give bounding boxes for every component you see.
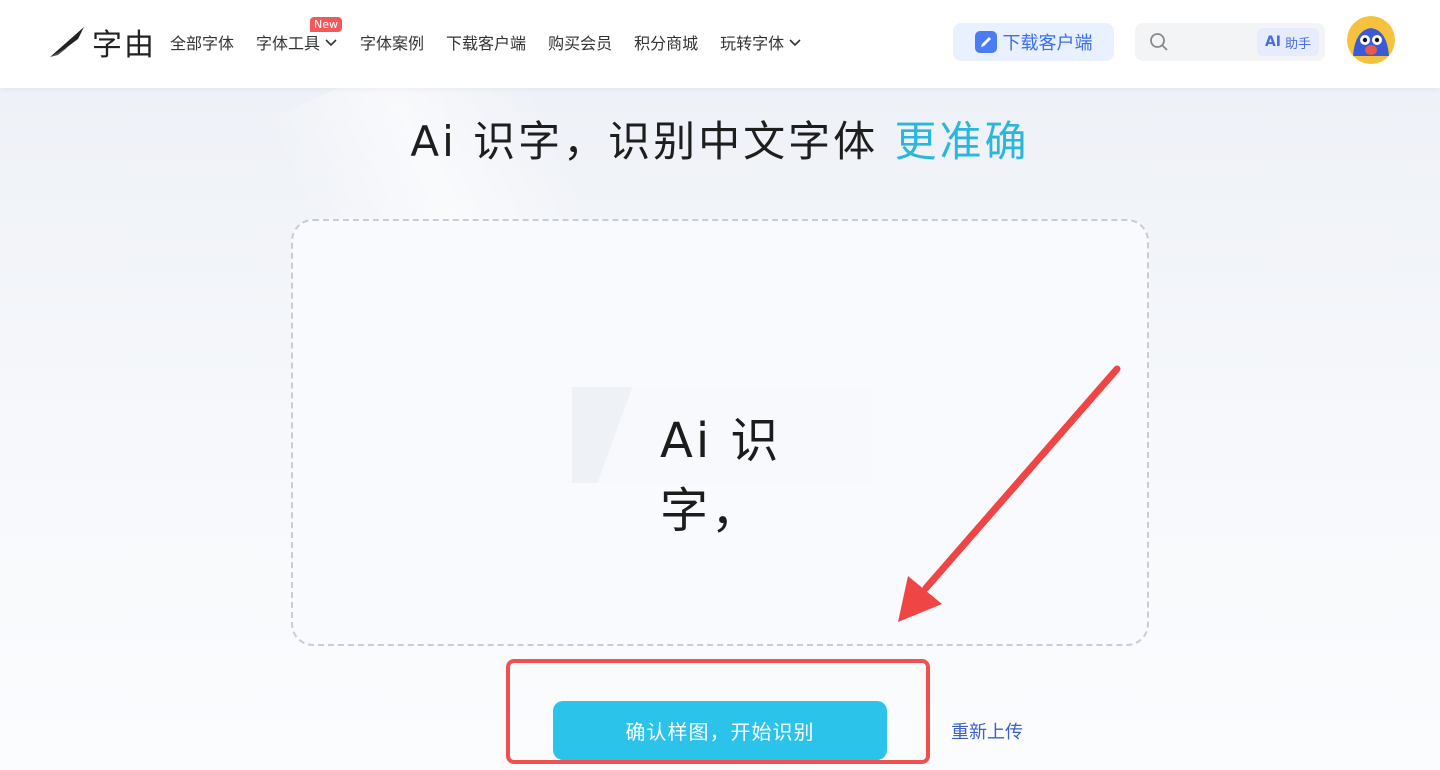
nav-play-fonts[interactable]: 玩转字体 [720,30,802,54]
confirm-start-recognition-button[interactable]: 确认样图，开始识别 [553,701,887,760]
sample-image: Ai 识字， [572,387,872,539]
new-badge: New [310,17,343,32]
search-box[interactable]: AI 助手 [1135,23,1325,61]
title-accent: 更准确 [894,117,1030,166]
avatar[interactable] [1347,16,1395,64]
nav-label: 全部字体 [170,34,235,53]
ai-chip-prefix: AI [1264,34,1281,50]
nav-label: 下载客户端 [446,34,527,53]
sample-preview-area: Ai 识字， [291,219,1149,646]
nav-label: 购买会员 [548,34,613,53]
ai-chip-label: 助手 [1284,36,1311,52]
logo-brush-icon [50,27,84,57]
nav-buy-membership[interactable]: 购买会员 [548,30,612,54]
ai-assistant-chip[interactable]: AI 助手 [1256,28,1319,56]
nav-label: 积分商城 [634,34,699,53]
nav-label: 字体工具 [256,34,321,53]
pen-icon [974,31,997,53]
nav-all-fonts[interactable]: 全部字体 [170,30,234,54]
page-title: Ai 识字，识别中文字体 更准确 [0,108,1440,169]
logo-text: 字由 [92,28,156,63]
chevron-down-icon [789,39,801,47]
nav-label: 玩转字体 [720,34,785,53]
chevron-down-icon [325,39,337,47]
download-client-label: 下载客户端 [1002,33,1093,54]
logo[interactable]: 字由 [48,22,156,63]
download-client-button[interactable]: 下载客户端 [953,23,1114,61]
nav-points-mall[interactable]: 积分商城 [634,30,698,54]
title-main: Ai 识字，识别中文字体 [410,117,879,166]
search-icon [1150,33,1168,51]
nav-font-cases[interactable]: 字体案例 [360,30,424,54]
main-nav: 全部字体 字体工具 New 字体案例 下载客户端 购买会员 积分商城 玩转字体 [170,0,824,84]
nav-label: 字体案例 [360,34,425,53]
top-header: 字由 全部字体 字体工具 New 字体案例 下载客户端 购买会员 积分商城 玩转… [0,0,1440,88]
sample-text: Ai 识字， [660,413,782,539]
reupload-link[interactable]: 重新上传 [951,718,1023,744]
avatar-bird-icon [1347,16,1395,64]
nav-download-client[interactable]: 下载客户端 [446,30,526,54]
nav-font-tools[interactable]: 字体工具 New [256,17,343,54]
